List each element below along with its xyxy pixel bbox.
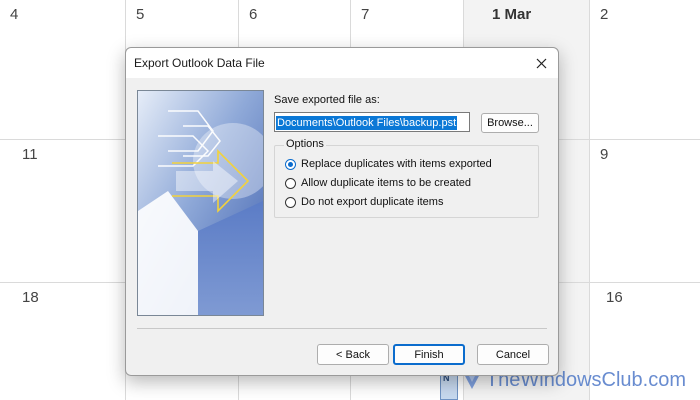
cancel-button[interactable]: Cancel bbox=[477, 344, 549, 365]
dialog-titlebar[interactable]: Export Outlook Data File bbox=[126, 48, 558, 78]
radio-label: Allow duplicate items to be created bbox=[301, 177, 471, 189]
calendar-date: 1 Mar bbox=[492, 6, 532, 23]
radio-button[interactable] bbox=[285, 177, 296, 189]
divider bbox=[137, 328, 547, 329]
radio-no-duplicates[interactable]: Do not export duplicate items bbox=[285, 196, 443, 208]
radio-button-checked[interactable] bbox=[285, 158, 296, 170]
calendar-day-cell[interactable]: 9 bbox=[590, 140, 700, 283]
wizard-banner-image bbox=[137, 90, 264, 316]
radio-replace-duplicates[interactable]: Replace duplicates with items exported bbox=[285, 158, 492, 170]
finish-button[interactable]: Finish bbox=[393, 344, 465, 365]
options-legend: Options bbox=[284, 138, 326, 150]
calendar-date: 16 bbox=[606, 289, 623, 306]
export-dialog: Export Outlook Data File Save exported f… bbox=[125, 47, 559, 376]
radio-allow-duplicates[interactable]: Allow duplicate items to be created bbox=[285, 177, 471, 189]
calendar-date: 4 bbox=[10, 6, 19, 23]
dialog-title: Export Outlook Data File bbox=[134, 56, 265, 70]
radio-button[interactable] bbox=[285, 196, 296, 208]
back-button[interactable]: < Back bbox=[317, 344, 389, 365]
save-as-label: Save exported file as: bbox=[274, 94, 380, 106]
calendar-date: 6 bbox=[249, 6, 258, 23]
calendar-date: 18 bbox=[22, 289, 39, 306]
file-path-input[interactable]: Documents\Outlook Files\backup.pst bbox=[274, 112, 470, 132]
browse-button[interactable]: Browse... bbox=[481, 113, 539, 133]
calendar-day-cell[interactable]: 11 bbox=[0, 140, 126, 283]
calendar-date: 2 bbox=[600, 6, 609, 23]
calendar-date: 11 bbox=[22, 146, 38, 163]
close-icon bbox=[536, 58, 546, 68]
radio-label: Replace duplicates with items exported bbox=[301, 158, 492, 170]
calendar-date: 5 bbox=[136, 6, 145, 23]
calendar-day-cell[interactable]: 18 bbox=[0, 283, 126, 400]
calendar-date: 7 bbox=[361, 6, 370, 23]
calendar-date: 9 bbox=[600, 146, 609, 163]
radio-label: Do not export duplicate items bbox=[301, 196, 444, 208]
file-path-value: Documents\Outlook Files\backup.pst bbox=[276, 116, 458, 130]
close-button[interactable] bbox=[524, 48, 558, 78]
calendar-day-cell[interactable]: 2 bbox=[590, 0, 700, 140]
options-groupbox: Options Replace duplicates with items ex… bbox=[274, 138, 539, 218]
calendar-day-cell[interactable]: 4 bbox=[0, 0, 126, 140]
